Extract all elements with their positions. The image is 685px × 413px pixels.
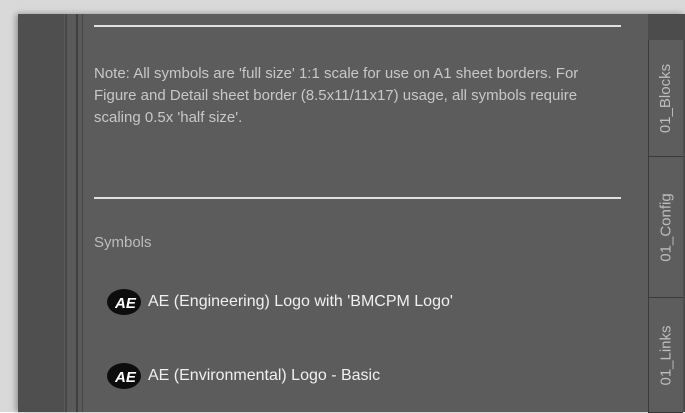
tab-label: 01_Config [657,192,675,262]
symbol-tool-ae-environmental-logo[interactable]: AE AE (Environmental) Logo - Basic [106,358,380,394]
tool-palette-window: Note: All symbols are 'full size' 1:1 sc… [0,0,685,413]
symbols-section-title: Symbols [94,234,152,251]
strip-divider [82,14,83,412]
palette-content: Note: All symbols are 'full size' 1:1 sc… [84,14,648,412]
palette-frame: Note: All symbols are 'full size' 1:1 sc… [18,14,685,413]
separator-line [94,25,621,27]
ae-logo-icon: AE [106,287,142,317]
tab-01-links[interactable]: 01_Links [648,298,683,413]
tab-01-config[interactable]: 01_Config [648,157,683,298]
scale-note-text: Note: All symbols are 'full size' 1:1 sc… [94,65,579,126]
svg-text:AE: AE [114,295,137,312]
symbol-label: AE (Engineering) Logo with 'BMCPM Logo' [148,293,453,310]
tab-01-blocks[interactable]: 01_Blocks [648,40,683,157]
tab-label: 01_Blocks [657,63,675,133]
symbol-label: AE (Environmental) Logo - Basic [148,367,381,384]
palette-tab-bar: 01_Blocks 01_Config 01_Links [648,14,685,413]
strip-divider [65,14,67,412]
palette-title-strip[interactable] [18,14,64,412]
symbol-tool-ae-engineering-logo[interactable]: AE AE (Engineering) Logo with 'BMCPM Log… [106,284,453,320]
separator-line [94,197,621,199]
tab-label: 01_Links [657,324,675,386]
ae-logo-icon: AE [106,361,142,391]
strip-divider [76,14,78,412]
svg-text:AE: AE [114,369,137,386]
